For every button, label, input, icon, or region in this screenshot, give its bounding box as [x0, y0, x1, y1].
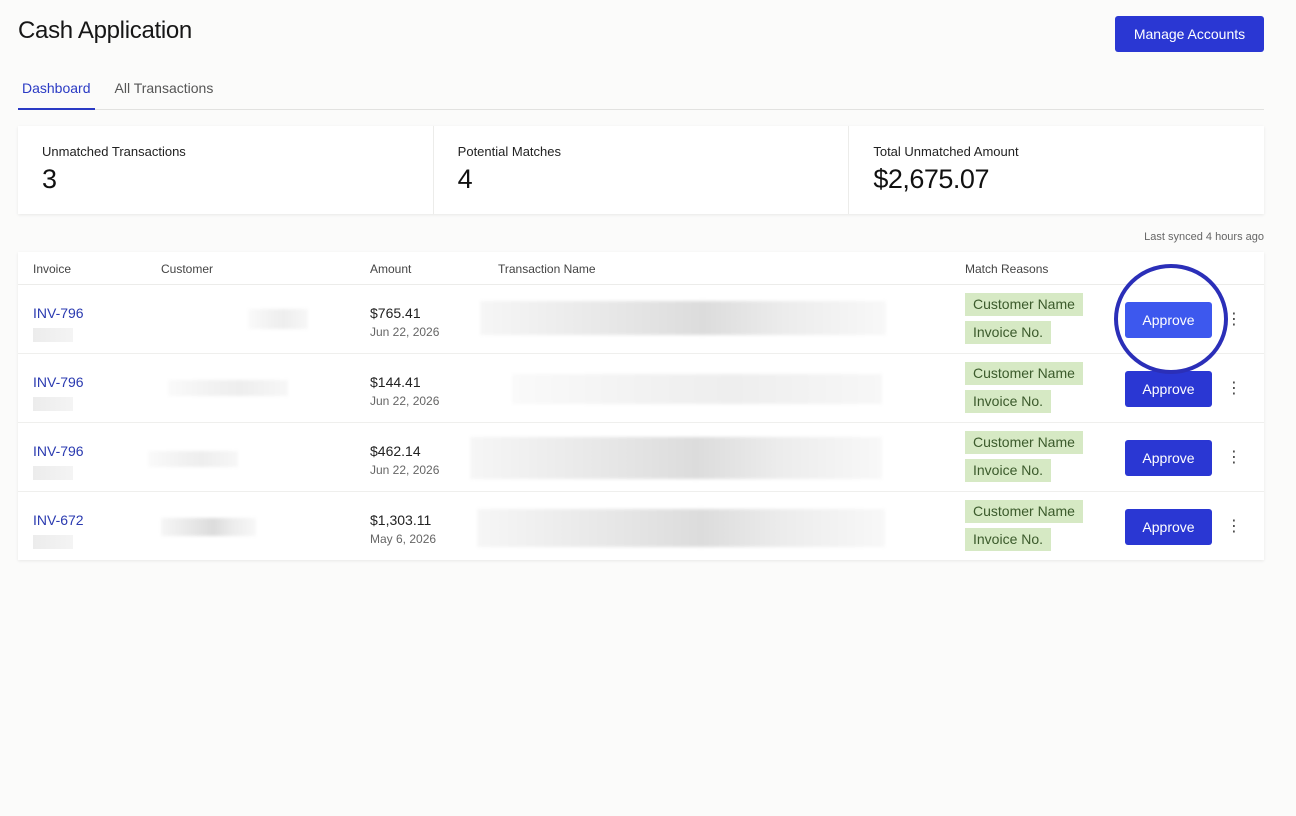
- approve-button[interactable]: Approve: [1125, 302, 1212, 338]
- stat-total-unmatched-amount: Total Unmatched Amount $2,675.07: [849, 126, 1264, 214]
- kebab-menu-icon[interactable]: ⋮: [1225, 378, 1243, 400]
- match-reason-tag: Invoice No.: [965, 390, 1052, 413]
- redacted-transaction-name: [512, 374, 882, 404]
- stat-label: Total Unmatched Amount: [873, 144, 1019, 159]
- amount-value: $144.41: [370, 374, 421, 390]
- transaction-date: Jun 22, 2026: [370, 463, 440, 477]
- kebab-menu-icon[interactable]: ⋮: [1225, 309, 1243, 331]
- amount-cell: $765.41 Jun 22, 2026: [370, 305, 439, 339]
- redacted-transaction-name: [477, 509, 885, 547]
- match-reason-tag: Customer Name: [965, 431, 1083, 454]
- redacted-customer: [161, 518, 256, 536]
- column-header-transaction-name: Transaction Name: [498, 262, 596, 276]
- transaction-date: Jun 22, 2026: [370, 325, 440, 339]
- redacted-transaction-name: [470, 437, 882, 479]
- amount-value: $462.14: [370, 443, 421, 459]
- column-header-invoice: Invoice: [33, 262, 72, 276]
- match-reason-tag: Invoice No.: [965, 528, 1052, 551]
- match-reason-tag: Customer Name: [965, 500, 1083, 523]
- redacted-customer: [168, 380, 288, 396]
- tab-dashboard[interactable]: Dashboard: [18, 72, 95, 110]
- stat-value: 3: [42, 164, 57, 194]
- approve-button[interactable]: Approve: [1125, 440, 1212, 476]
- column-header-match-reasons: Match Reasons: [965, 262, 1049, 276]
- redacted-subtext: [33, 397, 73, 411]
- redacted-subtext: [33, 466, 73, 480]
- invoice-cell: INV-672: [33, 512, 84, 549]
- stats-card: Unmatched Transactions 3 Potential Match…: [18, 126, 1264, 214]
- amount-cell: $144.41 Jun 22, 2026: [370, 374, 439, 408]
- amount-value: $765.41: [370, 305, 421, 321]
- approve-button[interactable]: Approve: [1125, 371, 1212, 407]
- stat-value: 4: [457, 164, 473, 194]
- stat-unmatched-transactions: Unmatched Transactions 3: [18, 126, 434, 214]
- redacted-transaction-name: [480, 301, 886, 335]
- redacted-subtext: [33, 328, 73, 342]
- transaction-date: May 6, 2026: [370, 532, 437, 546]
- invoice-cell: INV-796: [33, 374, 84, 411]
- table-header: Invoice Customer Amount Transaction Name…: [18, 252, 1264, 285]
- match-reasons-cell: Customer Name Invoice No.: [965, 362, 1083, 418]
- kebab-menu-icon[interactable]: ⋮: [1225, 516, 1243, 538]
- match-reason-tag: Invoice No.: [965, 321, 1052, 344]
- tab-bar: Dashboard All Transactions: [18, 72, 1264, 110]
- matches-table: Invoice Customer Amount Transaction Name…: [18, 252, 1264, 560]
- manage-accounts-button[interactable]: Manage Accounts: [1115, 16, 1264, 52]
- invoice-cell: INV-796: [33, 443, 84, 480]
- column-header-amount: Amount: [370, 262, 412, 276]
- invoice-link[interactable]: INV-796: [33, 374, 84, 390]
- match-reasons-cell: Customer Name Invoice No.: [965, 293, 1083, 349]
- table-row: INV-796 $765.41 Jun 22, 2026 Customer Na…: [18, 285, 1264, 354]
- redacted-customer: [148, 451, 238, 467]
- match-reasons-cell: Customer Name Invoice No.: [965, 500, 1083, 556]
- invoice-link[interactable]: INV-796: [33, 443, 84, 459]
- table-row: INV-796 $462.14 Jun 22, 2026 Customer Na…: [18, 423, 1264, 492]
- match-reasons-cell: Customer Name Invoice No.: [965, 431, 1083, 487]
- stat-potential-matches: Potential Matches 4: [434, 126, 850, 214]
- approve-button[interactable]: Approve: [1125, 509, 1212, 545]
- tab-all-transactions[interactable]: All Transactions: [111, 72, 218, 110]
- amount-cell: $462.14 Jun 22, 2026: [370, 443, 439, 477]
- match-reason-tag: Customer Name: [965, 362, 1083, 385]
- amount-value: $1,303.11: [370, 512, 432, 528]
- redacted-customer: [248, 309, 308, 329]
- page-title: Cash Application: [18, 17, 192, 44]
- invoice-link[interactable]: INV-796: [33, 305, 84, 321]
- amount-cell: $1,303.11 May 6, 2026: [370, 512, 436, 546]
- stat-label: Unmatched Transactions: [42, 144, 186, 159]
- table-row: INV-672 $1,303.11 May 6, 2026 Customer N…: [18, 492, 1264, 561]
- match-reason-tag: Customer Name: [965, 293, 1083, 316]
- invoice-link[interactable]: INV-672: [33, 512, 84, 528]
- match-reason-tag: Invoice No.: [965, 459, 1052, 482]
- kebab-menu-icon[interactable]: ⋮: [1225, 447, 1243, 469]
- sync-status: Last synced 4 hours ago: [1144, 231, 1264, 243]
- column-header-customer: Customer: [161, 262, 214, 276]
- transaction-date: Jun 22, 2026: [370, 394, 440, 408]
- stat-label: Potential Matches: [457, 144, 562, 159]
- table-row: INV-796 $144.41 Jun 22, 2026 Customer Na…: [18, 354, 1264, 423]
- redacted-subtext: [33, 535, 73, 549]
- invoice-cell: INV-796: [33, 305, 84, 342]
- stat-value: $2,675.07: [873, 164, 989, 194]
